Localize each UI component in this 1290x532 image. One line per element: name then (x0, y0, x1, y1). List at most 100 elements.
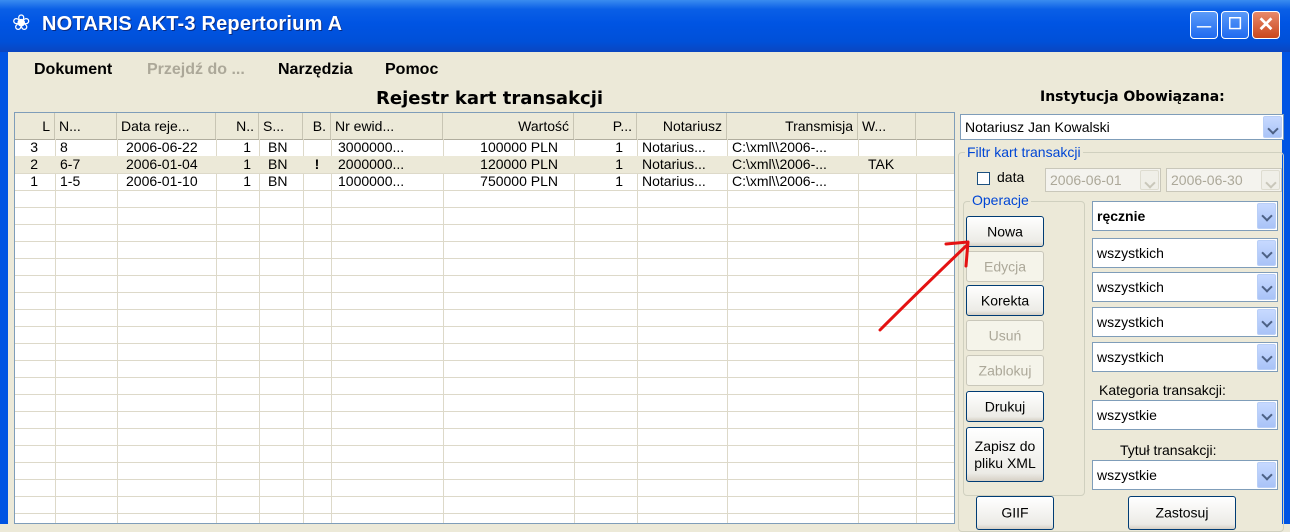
grid-line (15, 445, 954, 446)
cell-notary: Notarius... (642, 173, 706, 189)
institution-select[interactable]: Notariusz Jan Kowalski (960, 114, 1284, 140)
grid-line (15, 224, 954, 225)
lock-button[interactable]: Zablokuj (966, 355, 1044, 386)
cell-b: ! (314, 156, 320, 172)
cell-n: 1-5 (60, 173, 81, 189)
close-button[interactable]: ✕ (1252, 11, 1280, 39)
col-header-spacer (916, 113, 954, 139)
chevron-down-icon[interactable] (1257, 274, 1276, 300)
save-xml-button[interactable]: Zapisz do pliku XML (966, 427, 1044, 482)
cell-n2: 1 (243, 156, 251, 172)
maximize-button[interactable]: ☐ (1221, 11, 1249, 39)
filter-2-value: wszystkich (1097, 279, 1164, 295)
transactions-grid[interactable]: L N... Data reje... N.. S... B. Nr ewid.… (14, 112, 955, 524)
date-from-picker[interactable]: 2006-06-01 (1045, 168, 1161, 192)
table-row[interactable]: 2 6-7 2006-01-04 1 BN ! 2000000... 12000… (15, 156, 954, 173)
menu-dokument[interactable]: Dokument (34, 61, 112, 79)
chevron-down-icon[interactable] (1261, 170, 1280, 190)
cell-s: BN (268, 173, 288, 189)
mode-select[interactable]: ręcznie (1092, 201, 1278, 231)
grid-line (259, 139, 260, 523)
filter-1-value: wszystkich (1097, 245, 1164, 261)
chevron-down-icon[interactable] (1263, 116, 1282, 138)
col-header-n2[interactable]: N.. (216, 113, 259, 139)
title-value: wszystkie (1097, 467, 1157, 483)
title-select[interactable]: wszystkie (1092, 460, 1278, 490)
grid-line (15, 513, 954, 514)
apply-button[interactable]: Zastosuj (1128, 496, 1236, 530)
grid-line (117, 139, 118, 523)
apply-button-label: Zastosuj (1155, 504, 1209, 521)
date-to-value: 2006-06-30 (1171, 172, 1243, 188)
cell-nr: 1000000... (338, 173, 405, 189)
grid-line (637, 139, 638, 523)
filter-select-2[interactable]: wszystkich (1092, 272, 1278, 302)
cell-value: 120000 PLN (480, 156, 558, 172)
date-checkbox[interactable] (977, 172, 990, 185)
cell-date: 2006-01-10 (126, 173, 198, 189)
chevron-down-icon[interactable] (1140, 170, 1159, 190)
cell-p: 1 (615, 139, 623, 155)
col-header-nr[interactable]: Nr ewid... (331, 113, 443, 139)
chevron-down-icon[interactable] (1257, 462, 1276, 488)
maximize-icon: ☐ (1227, 16, 1243, 33)
filter-select-4[interactable]: wszystkich (1092, 342, 1278, 372)
menu-pomoc[interactable]: Pomoc (385, 61, 438, 79)
chevron-down-icon[interactable] (1257, 402, 1276, 428)
grid-line (15, 377, 954, 378)
col-header-b[interactable]: B. (303, 113, 331, 139)
col-header-s[interactable]: S... (259, 113, 303, 139)
cell-date: 2006-01-04 (126, 156, 198, 172)
grid-line (15, 360, 954, 361)
date-to-picker[interactable]: 2006-06-30 (1166, 168, 1282, 192)
cell-value: 750000 PLN (480, 173, 558, 189)
date-from-value: 2006-06-01 (1050, 172, 1122, 188)
col-header-p[interactable]: P... (574, 113, 637, 139)
annotation-arrow (878, 240, 970, 332)
table-row[interactable]: 1 1-5 2006-01-10 1 BN 1000000... 750000 … (15, 173, 954, 190)
filter-group-label: Filtr kart transakcji (965, 144, 1083, 160)
cell-n: 6-7 (60, 156, 81, 172)
register-title: Rejestr kart transakcji (376, 88, 604, 109)
minimize-button[interactable]: ─ (1190, 11, 1218, 39)
title-label: Tytuł transakcji: (1120, 442, 1217, 458)
cell-date: 2006-06-22 (126, 139, 198, 155)
category-select[interactable]: wszystkie (1092, 400, 1278, 430)
grid-line (216, 139, 217, 523)
cell-notary: Notarius... (642, 139, 706, 155)
title-bar[interactable]: ❀ NOTARIS AKT-3 Repertorium A ─ ☐ ✕ (0, 0, 1290, 52)
grid-line (303, 139, 304, 523)
col-header-l[interactable]: L (15, 113, 55, 139)
grid-line (15, 190, 954, 191)
print-button[interactable]: Drukuj (966, 391, 1044, 422)
grid-line (443, 139, 444, 523)
close-icon: ✕ (1257, 14, 1275, 36)
col-header-transmission[interactable]: Transmisja (727, 113, 858, 139)
filter-select-1[interactable]: wszystkich (1092, 238, 1278, 268)
cell-n2: 1 (243, 139, 251, 155)
grid-line (55, 139, 56, 523)
save-xml-button-label: Zapisz do pliku XML (974, 437, 1036, 471)
cell-l: 2 (30, 156, 38, 172)
col-header-notary[interactable]: Notariusz (637, 113, 727, 139)
cell-transmission: C:\xml\\2006-... (732, 156, 827, 172)
filter-select-3[interactable]: wszystkich (1092, 307, 1278, 337)
col-header-w[interactable]: W... (858, 113, 916, 139)
grid-line (727, 139, 728, 523)
chevron-down-icon[interactable] (1257, 309, 1276, 335)
chevron-down-icon[interactable] (1257, 344, 1276, 370)
table-row[interactable]: 3 8 2006-06-22 1 BN 3000000... 100000 PL… (15, 139, 954, 156)
col-header-n[interactable]: N... (55, 113, 117, 139)
grid-line (15, 394, 954, 395)
window-title: NOTARIS AKT-3 Repertorium A (42, 13, 343, 35)
chevron-down-icon[interactable] (1257, 203, 1276, 229)
col-header-date[interactable]: Data reje... (117, 113, 216, 139)
menu-bar: Dokument Przejdź do ... Narzędzia Pomoc (8, 52, 1282, 86)
grid-line (15, 411, 954, 412)
giif-button[interactable]: GIIF (976, 496, 1054, 530)
col-header-value[interactable]: Wartość (443, 113, 574, 139)
grid-line (15, 275, 954, 276)
chevron-down-icon[interactable] (1257, 240, 1276, 266)
menu-narzedzia[interactable]: Narzędzia (278, 61, 353, 79)
lock-button-label: Zablokuj (978, 362, 1032, 378)
